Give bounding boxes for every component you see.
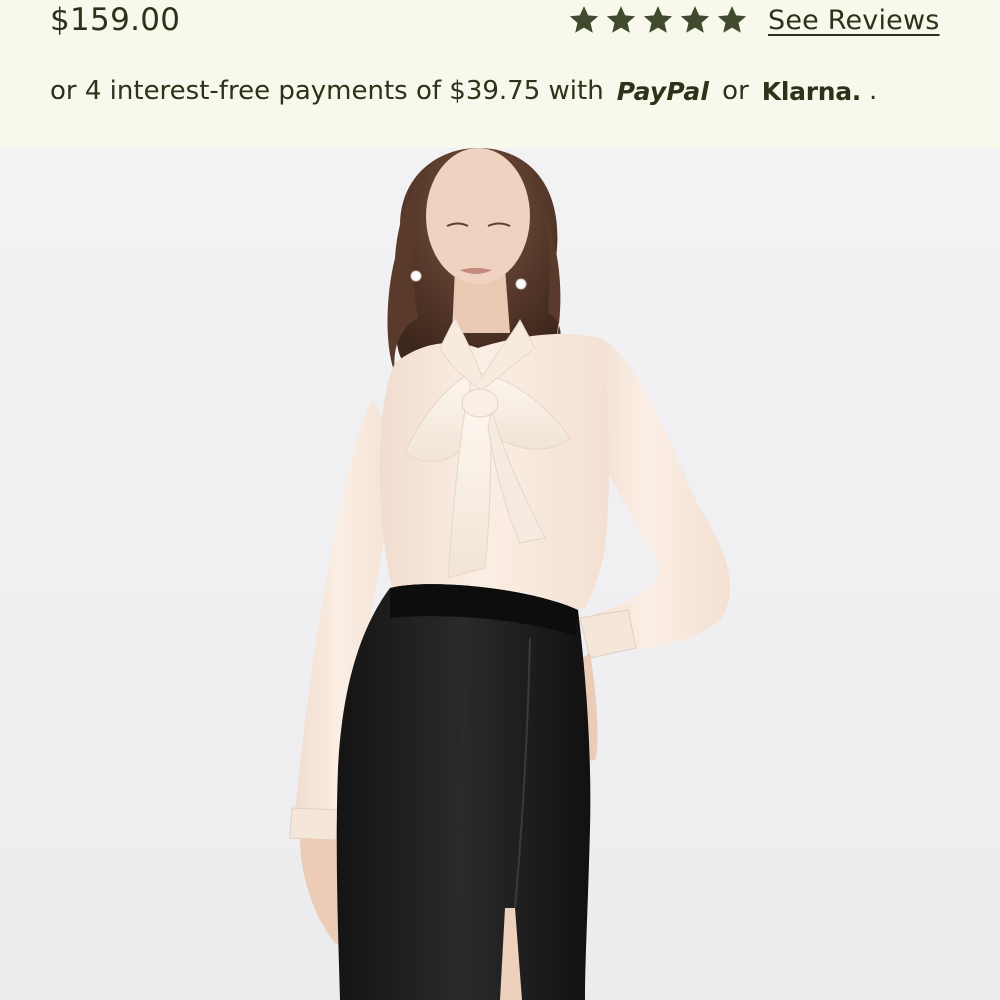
- installments-or: or: [722, 76, 749, 106]
- klarna-logo[interactable]: Klarna.: [762, 77, 862, 106]
- model-illustration: [289, 148, 731, 1000]
- see-reviews-link[interactable]: See Reviews: [768, 5, 940, 36]
- star-icon: [568, 4, 600, 36]
- star-icon: [679, 4, 711, 36]
- product-image[interactable]: [0, 148, 1000, 1000]
- rating-row: See Reviews: [568, 0, 940, 40]
- paypal-logo[interactable]: PayPal: [617, 77, 709, 106]
- price-panel: $159.00 See Reviews or 4 interest-free p…: [0, 0, 1000, 148]
- installments-suffix: .: [869, 76, 878, 106]
- installments-prefix: or 4 interest-free payments of $39.75 wi…: [50, 76, 604, 106]
- product-price: $159.00: [50, 2, 181, 38]
- star-icon: [716, 4, 748, 36]
- star-icon: [642, 4, 674, 36]
- star-icon: [605, 4, 637, 36]
- installments-text: or 4 interest-free payments of $39.75 wi…: [50, 70, 877, 112]
- star-rating[interactable]: [568, 4, 748, 36]
